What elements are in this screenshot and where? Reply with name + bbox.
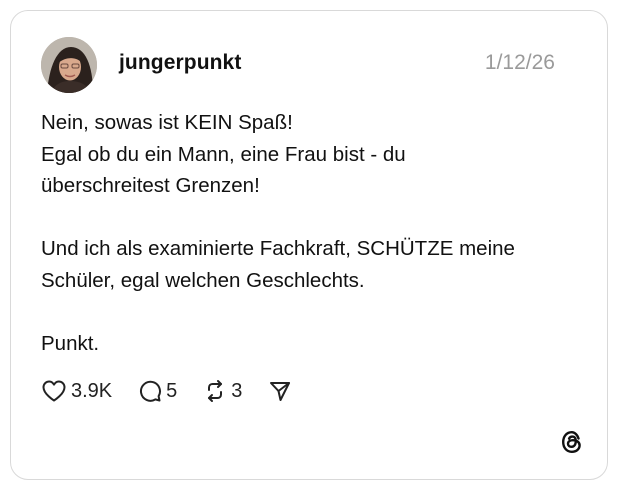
like-count: 3.9K: [71, 379, 113, 402]
post-actions: 3.9K 5 3: [41, 376, 318, 406]
like-button[interactable]: 3.9K: [41, 379, 112, 403]
post-text-line: Und ich als examinierte Fachkraft, SCHÜT…: [41, 237, 515, 260]
comment-button[interactable]: 5: [138, 379, 177, 403]
heart-icon: [42, 380, 66, 402]
post-card: jungerpunkt 1/12/26 Nein, sowas ist KEIN…: [10, 10, 608, 480]
post-text-line: Egal ob du ein Mann, eine Frau bist - du: [41, 142, 406, 166]
post-date: 1/12/26: [484, 51, 555, 74]
repost-icon: [208, 380, 223, 402]
threads-logo-icon: [559, 429, 585, 455]
post-text-gap: [41, 202, 581, 234]
share-button[interactable]: [268, 379, 292, 403]
avatar[interactable]: [41, 37, 97, 93]
comment-icon: [140, 380, 162, 402]
avatar-image: [41, 37, 97, 93]
post-text: Nein, sowas ist KEIN Spaß! Egal ob du ei…: [41, 107, 581, 359]
repost-button[interactable]: 3: [203, 379, 242, 403]
username[interactable]: jungerpunkt: [119, 51, 241, 75]
post-text-line: Punkt.: [41, 331, 100, 355]
post-text-line: Nein, sowas ist KEIN Spaß!: [41, 111, 293, 134]
send-icon: [270, 382, 291, 401]
comment-count: 5: [166, 379, 178, 402]
post-text-line: überschreitest Grenzen!: [41, 174, 260, 197]
post-text-line: Schüler, egal welchen Geschlechts.: [41, 268, 365, 292]
repost-count: 3: [231, 379, 243, 402]
post-text-gap: [41, 296, 581, 328]
